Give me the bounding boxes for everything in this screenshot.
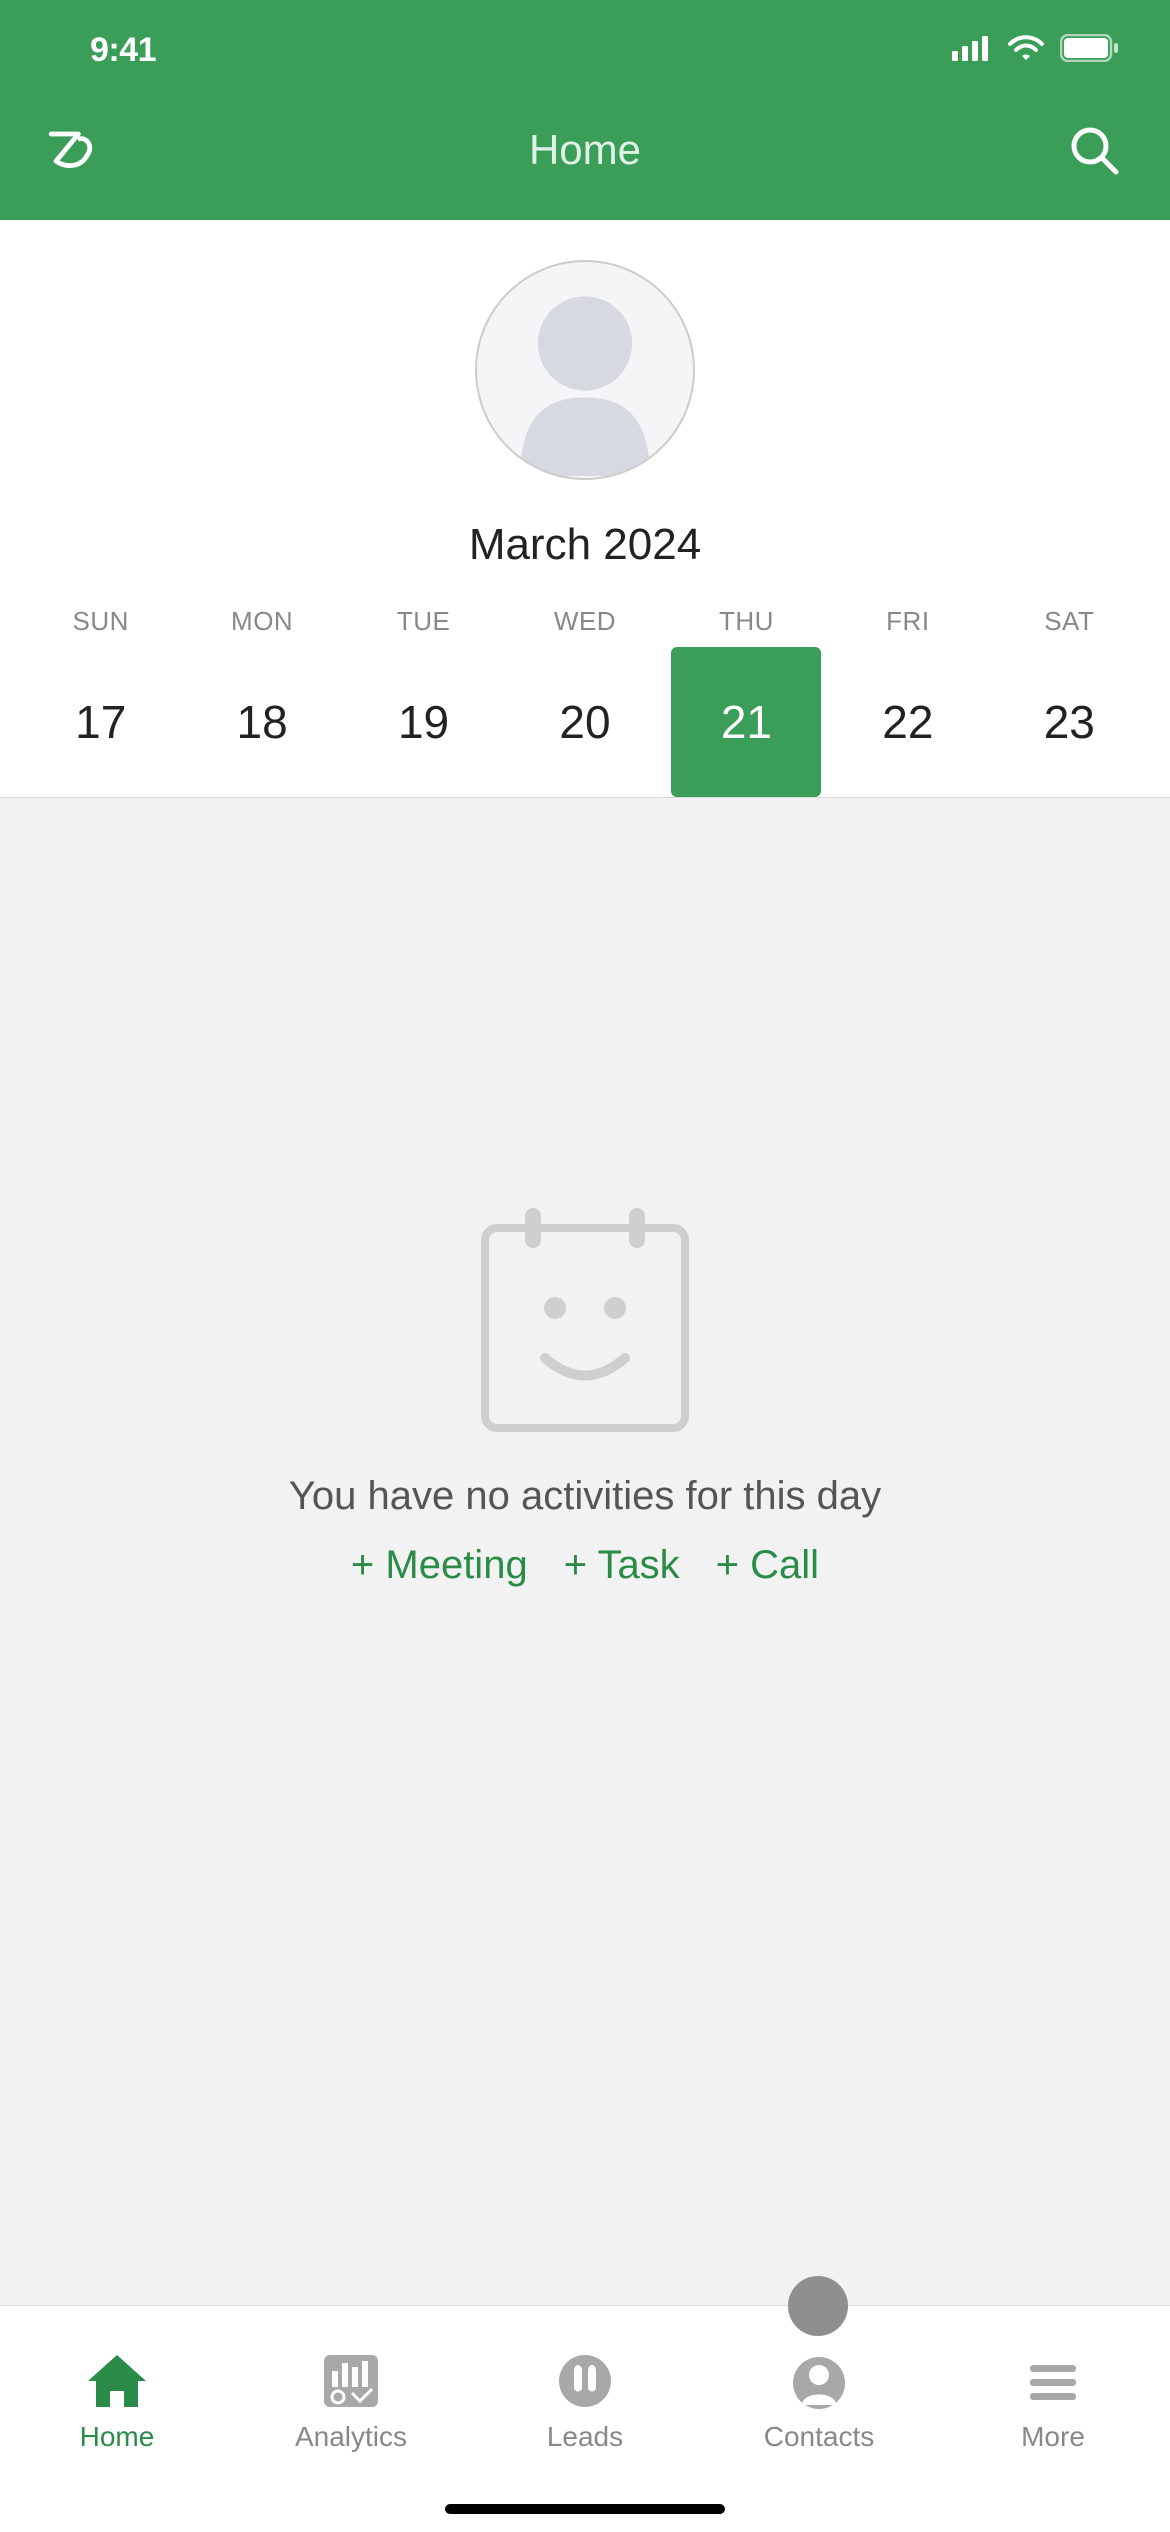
- battery-icon: [1060, 34, 1120, 67]
- day-number: 18: [187, 647, 337, 797]
- wifi-icon: [1006, 34, 1046, 67]
- tab-contacts[interactable]: Contacts: [764, 2351, 875, 2453]
- weekday-header: SUN MON TUE WED THU FRI SAT: [0, 606, 1170, 637]
- day-cell[interactable]: 20: [504, 647, 665, 797]
- status-bar: 9:41: [0, 0, 1170, 100]
- status-icons: [952, 34, 1120, 67]
- recording-indicator-icon: [788, 2276, 848, 2336]
- contacts-icon: [784, 2351, 854, 2411]
- analytics-icon: [316, 2351, 386, 2411]
- signal-icon: [952, 35, 992, 66]
- search-icon[interactable]: [1066, 122, 1122, 178]
- empty-state-message: You have no activities for this day: [289, 1474, 881, 1519]
- day-cell[interactable]: 18: [181, 647, 342, 797]
- zia-icon[interactable]: [48, 122, 104, 178]
- bottom-bar: Home Analytics Leads Contacts: [0, 2305, 1170, 2532]
- tab-bar: Home Analytics Leads Contacts: [0, 2306, 1170, 2486]
- tab-home[interactable]: Home: [80, 2351, 155, 2453]
- weekday-label: WED: [504, 606, 665, 637]
- tab-label: Home: [80, 2421, 155, 2453]
- week-row: 17 18 19 20 21 22 23: [0, 637, 1170, 797]
- calendar-section: March 2024 SUN MON TUE WED THU FRI SAT 1…: [0, 220, 1170, 798]
- month-label[interactable]: March 2024: [0, 520, 1170, 570]
- page-title: Home: [529, 126, 641, 174]
- content-area: You have no activities for this day + Me…: [0, 798, 1170, 2305]
- home-icon: [82, 2351, 152, 2411]
- leads-icon: [550, 2351, 620, 2411]
- app-header: Home: [0, 100, 1170, 220]
- tab-leads[interactable]: Leads: [547, 2351, 623, 2453]
- day-cell-selected[interactable]: 21: [666, 647, 827, 797]
- day-number: 21: [671, 647, 821, 797]
- calendar-smile-icon: [475, 1198, 695, 1438]
- tab-label: Leads: [547, 2421, 623, 2453]
- weekday-label: THU: [666, 606, 827, 637]
- day-cell[interactable]: 17: [20, 647, 181, 797]
- weekday-label: TUE: [343, 606, 504, 637]
- tab-label: Analytics: [295, 2421, 407, 2453]
- day-number: 22: [833, 647, 983, 797]
- tab-more[interactable]: More: [1018, 2351, 1088, 2453]
- add-task-link[interactable]: + Task: [564, 1543, 680, 1588]
- tab-label: Contacts: [764, 2421, 875, 2453]
- add-meeting-link[interactable]: + Meeting: [351, 1543, 528, 1588]
- day-number: 20: [510, 647, 660, 797]
- status-time: 9:41: [90, 31, 156, 70]
- add-call-link[interactable]: + Call: [716, 1543, 819, 1588]
- weekday-label: MON: [181, 606, 342, 637]
- weekday-label: FRI: [827, 606, 988, 637]
- day-cell[interactable]: 22: [827, 647, 988, 797]
- home-indicator[interactable]: [445, 2504, 725, 2514]
- weekday-label: SUN: [20, 606, 181, 637]
- day-number: 17: [26, 647, 176, 797]
- tab-label: More: [1021, 2421, 1085, 2453]
- quick-action-row: + Meeting + Task + Call: [351, 1543, 819, 1588]
- menu-icon: [1018, 2351, 1088, 2411]
- weekday-label: SAT: [989, 606, 1150, 637]
- day-number: 23: [994, 647, 1144, 797]
- day-cell[interactable]: 23: [989, 647, 1150, 797]
- day-number: 19: [349, 647, 499, 797]
- tab-analytics[interactable]: Analytics: [295, 2351, 407, 2453]
- day-cell[interactable]: 19: [343, 647, 504, 797]
- avatar[interactable]: [475, 260, 695, 480]
